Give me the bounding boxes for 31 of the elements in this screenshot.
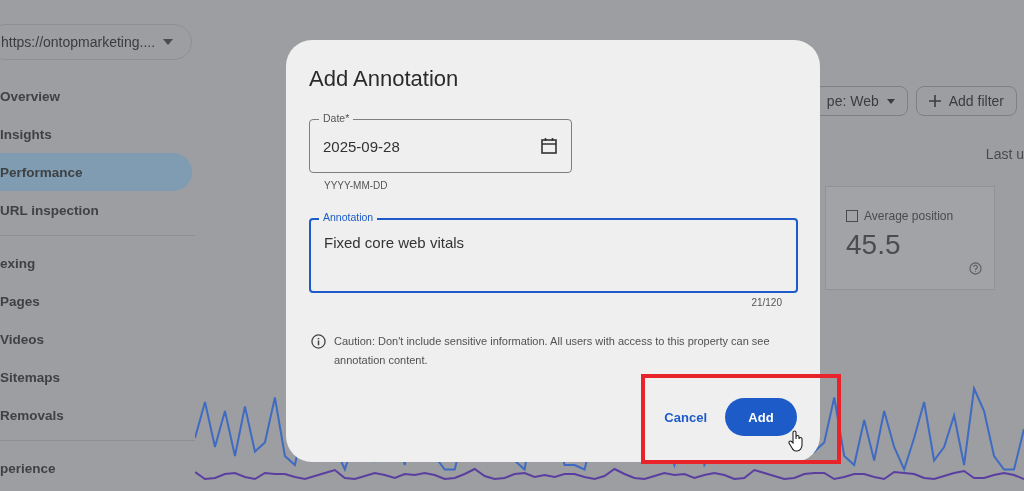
- checkbox[interactable]: [846, 210, 858, 222]
- metric-label: Average position: [864, 209, 954, 223]
- metric-card[interactable]: Average position 45.5: [825, 186, 995, 290]
- sidebar-item[interactable]: exing: [0, 244, 192, 282]
- dropdown-arrow-icon: [163, 39, 174, 45]
- sidebar-item[interactable]: Pages: [0, 282, 192, 320]
- sidebar-item[interactable]: Overview: [0, 77, 192, 115]
- add-filter-chip[interactable]: Add filter: [915, 86, 1017, 116]
- sidebar-item[interactable]: Performance: [0, 153, 192, 191]
- dropdown-arrow-icon: [886, 98, 895, 104]
- date-format-hint: YYYY-MM-DD: [324, 180, 388, 191]
- info-icon: [311, 334, 326, 349]
- sidebar-item[interactable]: Sitemaps: [0, 358, 192, 396]
- cancel-button[interactable]: Cancel: [664, 401, 707, 433]
- character-counter: 21/120: [751, 297, 782, 308]
- sidebar-item[interactable]: Removals: [0, 396, 192, 434]
- dialog-title: Add Annotation: [309, 66, 460, 92]
- caution-text: Caution: Don't include sensitive information. All users with access to this property can see annotation content.: [334, 334, 771, 368]
- sidebar-item[interactable]: Insights: [0, 115, 192, 153]
- date-field[interactable]: Date* 2025-09-28: [309, 111, 572, 173]
- sidebar-item[interactable]: perience: [0, 449, 192, 487]
- last-updated-text: Last u: [985, 146, 1024, 162]
- plus-icon: [928, 95, 941, 107]
- help-icon[interactable]: [969, 262, 982, 275]
- add-button[interactable]: Add: [725, 398, 797, 436]
- sidebar-item[interactable]: URL inspection: [0, 191, 192, 229]
- calendar-icon[interactable]: [540, 137, 558, 155]
- annotation-field[interactable]: Annotation Fixed core web vitals: [309, 210, 798, 293]
- hand-cursor-icon: [788, 430, 804, 452]
- sidebar-item[interactable]: Videos: [0, 320, 192, 358]
- metric-value: 45.5: [846, 229, 901, 261]
